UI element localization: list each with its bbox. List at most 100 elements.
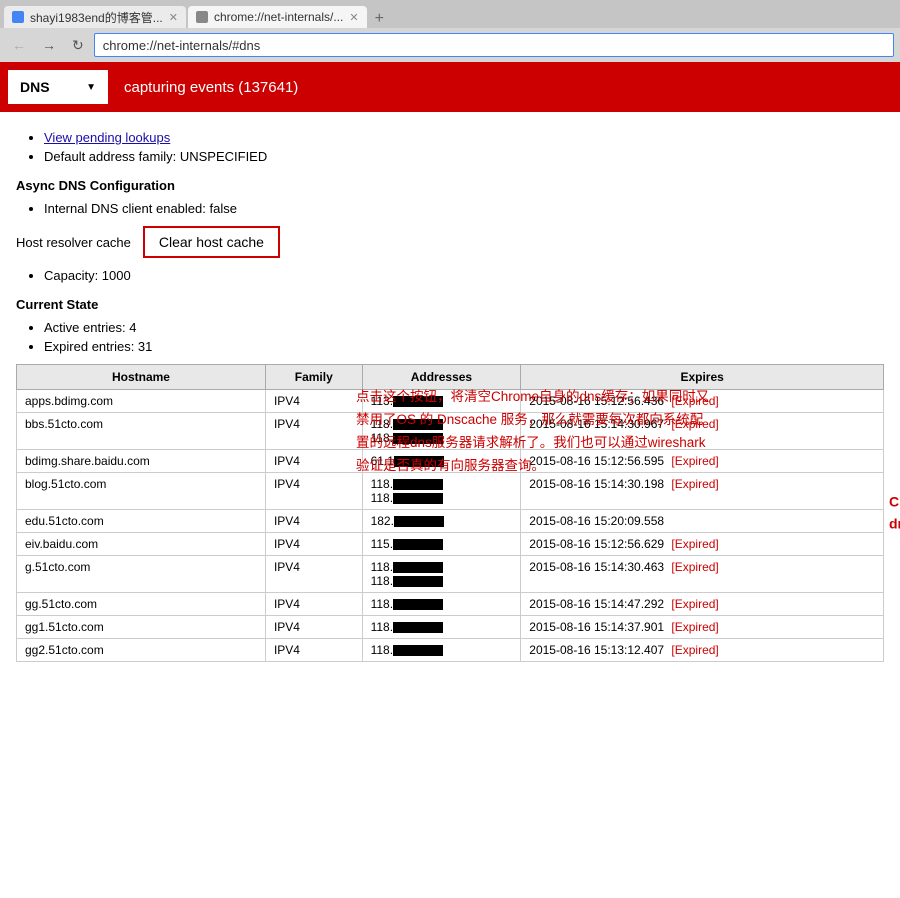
cell-family: IPV4 [265, 616, 362, 639]
main-content: View pending lookups Default address fam… [0, 112, 900, 674]
tab-favicon-blog [12, 11, 24, 23]
capacity-list: Capacity: 1000 [16, 268, 884, 283]
table-row: bbs.51cto.com IPV4 118.118. 2015-08-16 1… [17, 413, 884, 450]
dns-dropdown-label: DNS [20, 79, 50, 95]
cell-addresses: 113. [362, 390, 521, 413]
tab-close-blog[interactable]: ✕ [169, 11, 178, 24]
cell-addresses: 182. [362, 510, 521, 533]
cell-family: IPV4 [265, 413, 362, 450]
cell-hostname: g.51cto.com [17, 556, 266, 593]
cell-family: IPV4 [265, 593, 362, 616]
table-row: gg.51cto.com IPV4 118. 2015-08-16 15:14:… [17, 593, 884, 616]
cell-hostname: gg2.51cto.com [17, 639, 266, 662]
back-button[interactable]: ← [6, 35, 32, 55]
expired-badge: [Expired] [671, 620, 718, 634]
cell-hostname: edu.51cto.com [17, 510, 266, 533]
cell-expires: 2015-08-16 15:12:56.595 [Expired] [521, 450, 884, 473]
cell-family: IPV4 [265, 639, 362, 662]
forward-button[interactable]: → [36, 35, 62, 55]
table-annotation: Chrome的dns缓存表 [889, 491, 900, 536]
table-annotation-text: Chrome的dns缓存表 [889, 494, 900, 532]
expired-badge: [Expired] [671, 417, 718, 431]
default-family-text: Default address family: UNSPECIFIED [44, 149, 267, 164]
cell-expires: 2015-08-16 15:14:30.463 [Expired] [521, 556, 884, 593]
cell-expires: 2015-08-16 15:12:56.629 [Expired] [521, 533, 884, 556]
dns-cache-table: Hostname Family Addresses Expires apps.b… [16, 364, 884, 662]
cell-expires: 2015-08-16 15:14:30.967 [Expired] [521, 413, 884, 450]
table-row: apps.bdimg.com IPV4 113. 2015-08-16 15:1… [17, 390, 884, 413]
cell-hostname: apps.bdimg.com [17, 390, 266, 413]
view-pending-link[interactable]: View pending lookups [44, 130, 170, 145]
cell-addresses: 115. [362, 533, 521, 556]
nav-bar: ← → ↻ [0, 28, 900, 62]
expired-badge: [Expired] [671, 537, 718, 551]
cell-hostname: bdimg.share.baidu.com [17, 450, 266, 473]
expired-badge: [Expired] [671, 454, 718, 468]
cell-addresses: 118. [362, 593, 521, 616]
cell-addresses: 118.118. [362, 473, 521, 510]
cell-expires: 2015-08-16 15:13:12.407 [Expired] [521, 639, 884, 662]
col-family: Family [265, 365, 362, 390]
top-links-list: View pending lookups Default address fam… [16, 130, 884, 164]
table-row: gg1.51cto.com IPV4 118. 2015-08-16 15:14… [17, 616, 884, 639]
reload-button[interactable]: ↻ [66, 35, 90, 56]
browser-chrome: shayi1983end的博客管... ✕ chrome://net-inter… [0, 0, 900, 62]
tab-bar: shayi1983end的博客管... ✕ chrome://net-inter… [0, 0, 900, 28]
col-addresses: Addresses [362, 365, 521, 390]
capacity-text: Capacity: 1000 [44, 268, 131, 283]
cell-expires: 2015-08-16 15:14:37.901 [Expired] [521, 616, 884, 639]
tab-blog[interactable]: shayi1983end的博客管... ✕ [4, 6, 186, 28]
cell-family: IPV4 [265, 390, 362, 413]
cell-family: IPV4 [265, 556, 362, 593]
expired-badge: [Expired] [671, 477, 718, 491]
cell-hostname: gg.51cto.com [17, 593, 266, 616]
expired-badge: [Expired] [671, 394, 718, 408]
cell-hostname: bbs.51cto.com [17, 413, 266, 450]
tab-net-internals[interactable]: chrome://net-internals/... ✕ [188, 6, 367, 28]
clear-cache-button[interactable]: Clear host cache [143, 226, 280, 258]
table-row: eiv.baidu.com IPV4 115. 2015-08-16 15:12… [17, 533, 884, 556]
cell-family: IPV4 [265, 473, 362, 510]
tab-label-blog: shayi1983end的博客管... [30, 9, 163, 26]
table-row: blog.51cto.com IPV4 118.118. 2015-08-16 … [17, 473, 884, 510]
dns-dropdown-arrow: ▼ [86, 82, 96, 93]
cell-family: IPV4 [265, 450, 362, 473]
expired-badge: [Expired] [671, 643, 718, 657]
async-heading: Async DNS Configuration [16, 178, 884, 193]
col-hostname: Hostname [17, 365, 266, 390]
expired-entries-text: Expired entries: 31 [44, 339, 152, 354]
dns-title: capturing events (137641) [116, 79, 298, 96]
table-row: gg2.51cto.com IPV4 118. 2015-08-16 15:13… [17, 639, 884, 662]
expired-badge: [Expired] [671, 560, 718, 574]
current-state-heading: Current State [16, 297, 884, 312]
cell-expires: 2015-08-16 15:20:09.558 [521, 510, 884, 533]
new-tab-button[interactable]: + [369, 10, 390, 28]
cell-family: IPV4 [265, 510, 362, 533]
tab-close-net[interactable]: ✕ [349, 11, 358, 24]
cell-addresses: 118. [362, 639, 521, 662]
dns-table-wrapper: Hostname Family Addresses Expires apps.b… [16, 364, 884, 662]
internal-dns-text: Internal DNS client enabled: false [44, 201, 237, 216]
cell-expires: 2015-08-16 15:12:56.436 [Expired] [521, 390, 884, 413]
state-list: Active entries: 4 Expired entries: 31 [16, 320, 884, 354]
dns-dropdown[interactable]: DNS ▼ [8, 70, 108, 104]
async-dns-list: Internal DNS client enabled: false [16, 201, 884, 216]
address-bar[interactable] [94, 33, 894, 57]
cell-addresses: 61.1 [362, 450, 521, 473]
table-row: bdimg.share.baidu.com IPV4 61.1 2015-08-… [17, 450, 884, 473]
cell-expires: 2015-08-16 15:14:47.292 [Expired] [521, 593, 884, 616]
cell-hostname: blog.51cto.com [17, 473, 266, 510]
active-entries-text: Active entries: 4 [44, 320, 137, 335]
host-resolver-row: Host resolver cache Clear host cache [16, 226, 884, 258]
tab-label-net: chrome://net-internals/... [214, 10, 343, 24]
cell-hostname: eiv.baidu.com [17, 533, 266, 556]
table-header-row: Hostname Family Addresses Expires [17, 365, 884, 390]
cell-addresses: 118. [362, 616, 521, 639]
table-row: edu.51cto.com IPV4 182. 2015-08-16 15:20… [17, 510, 884, 533]
expired-badge: [Expired] [671, 597, 718, 611]
cell-family: IPV4 [265, 533, 362, 556]
dns-header: DNS ▼ capturing events (137641) [0, 62, 900, 112]
col-expires: Expires [521, 365, 884, 390]
host-resolver-label: Host resolver cache [16, 235, 131, 250]
cell-hostname: gg1.51cto.com [17, 616, 266, 639]
